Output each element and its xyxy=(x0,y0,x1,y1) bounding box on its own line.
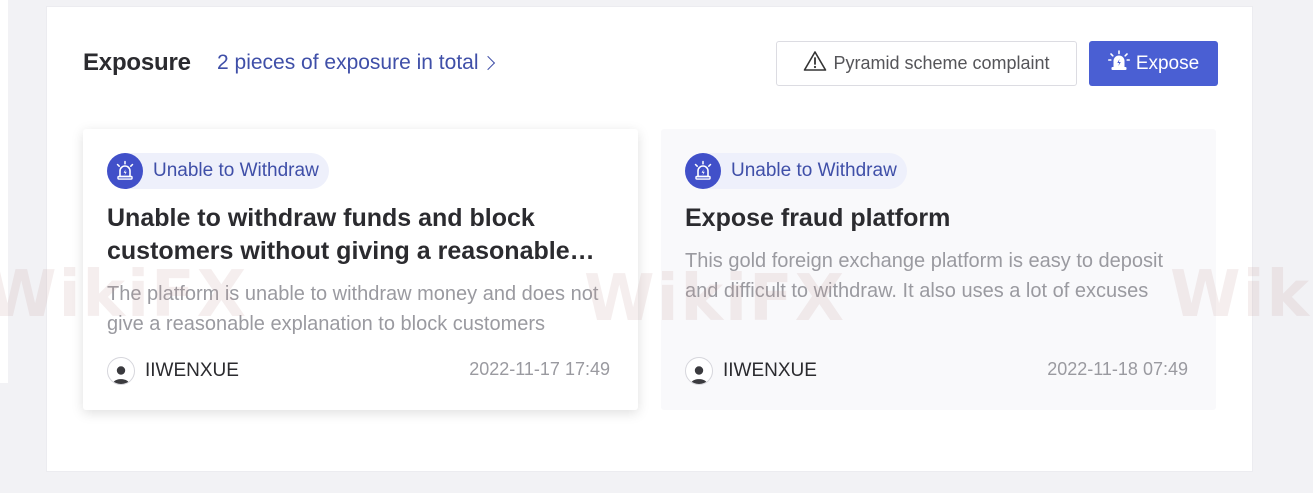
card-title[interactable]: Unable to withdraw funds and block custo… xyxy=(107,202,617,268)
section-title: Exposure xyxy=(83,49,191,76)
card-title[interactable]: Expose fraud platform xyxy=(685,202,1195,235)
category-tag-label: Unable to Withdraw xyxy=(153,160,319,181)
author-name: IIWENXUE xyxy=(723,360,817,381)
pyramid-complaint-button[interactable]: Pyramid scheme complaint xyxy=(776,41,1077,86)
exposure-panel: Exposure 2 pieces of exposure in total P… xyxy=(46,6,1253,472)
author: IIWENXUE xyxy=(107,357,239,385)
exposure-card[interactable]: Unable to Withdraw Unable to withdraw fu… xyxy=(83,129,638,410)
category-tag: Unable to Withdraw xyxy=(685,153,907,189)
exposure-header: Exposure 2 pieces of exposure in total P… xyxy=(47,7,1252,117)
adjacent-panel-edge xyxy=(0,0,8,383)
category-tag: Unable to Withdraw xyxy=(107,153,329,189)
alarm-icon xyxy=(1107,49,1130,78)
total-exposure-link[interactable]: 2 pieces of exposure in total xyxy=(217,51,495,75)
author: IIWENXUE xyxy=(685,357,817,385)
category-tag-label: Unable to Withdraw xyxy=(731,160,897,181)
card-description: The platform is unable to withdraw money… xyxy=(107,283,599,335)
expose-label: Expose xyxy=(1135,52,1200,74)
expose-button[interactable]: Expose xyxy=(1089,41,1218,86)
card-date: 2022-11-17 17:49 xyxy=(469,359,610,379)
chevron-right-icon xyxy=(480,55,495,71)
warning-icon xyxy=(803,50,827,77)
pyramid-complaint-label: Pyramid scheme complaint xyxy=(833,53,1050,73)
author-name: IIWENXUE xyxy=(145,360,239,381)
avatar xyxy=(685,357,713,385)
total-exposure-label: 2 pieces of exposure in total xyxy=(217,51,479,74)
alarm-icon xyxy=(685,153,721,189)
card-date: 2022-11-18 07:49 xyxy=(1047,359,1188,379)
card-description: This gold foreign exchange platform is e… xyxy=(685,250,1164,302)
alarm-icon xyxy=(107,153,143,189)
avatar xyxy=(107,357,135,385)
exposure-card[interactable]: Unable to Withdraw Expose fraud platform… xyxy=(661,129,1216,410)
